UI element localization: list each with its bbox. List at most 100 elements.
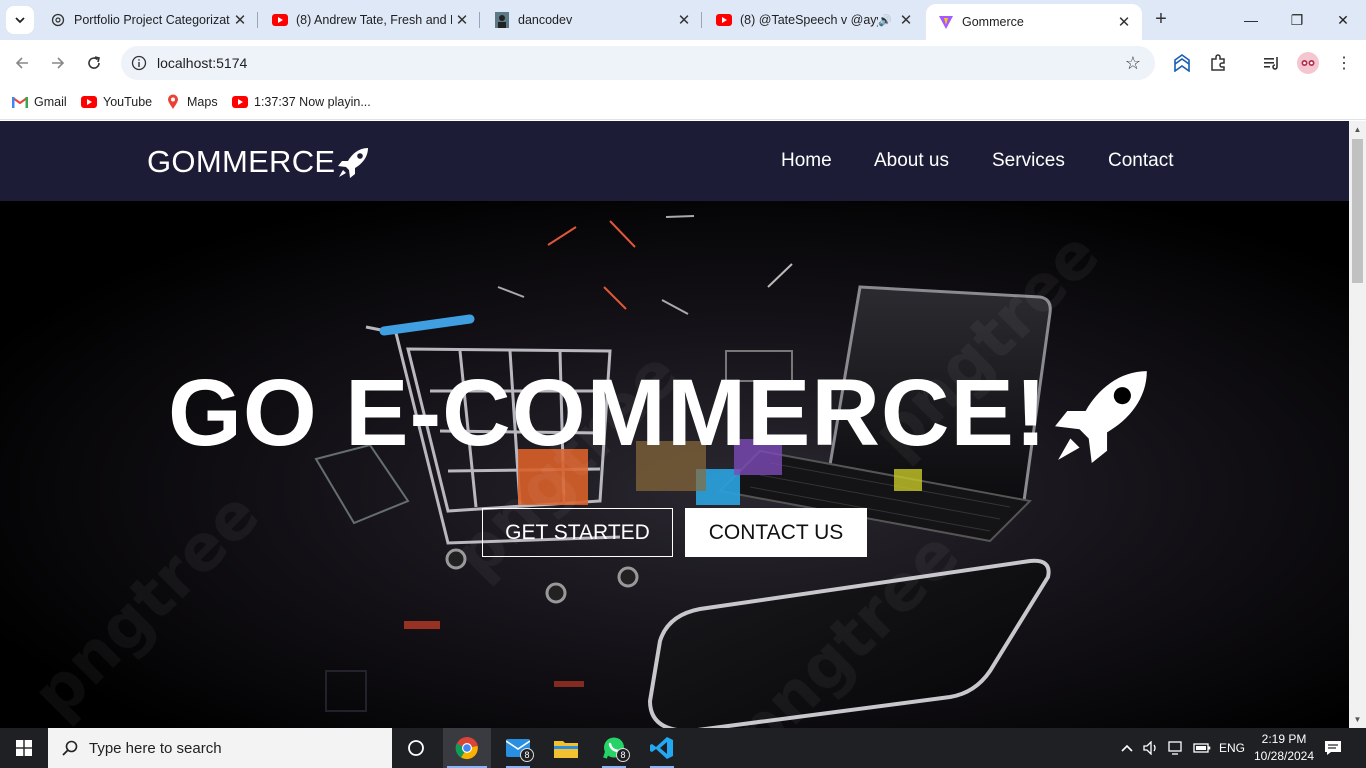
- tab-title: Gommerce: [962, 15, 1024, 29]
- task-view-button[interactable]: [392, 728, 440, 768]
- url-text[interactable]: localhost:5174: [157, 55, 247, 71]
- vite-icon: [938, 14, 954, 30]
- tab-dancodev[interactable]: dancodev ✕: [482, 0, 702, 40]
- tab-tatespeech[interactable]: (8) @TateSpeech v @ayy 🔊 ✕: [704, 0, 924, 40]
- close-icon[interactable]: ✕: [674, 10, 694, 30]
- taskbar-search-box[interactable]: Type here to search: [48, 728, 392, 768]
- taskbar-chrome[interactable]: [443, 728, 491, 768]
- hero-title: GO E-COMMERCE!: [168, 359, 1156, 468]
- bookmark-label: 1:37:37 Now playin...: [254, 95, 371, 109]
- clock-time: 2:19 PM: [1261, 732, 1307, 746]
- close-icon[interactable]: ✕: [452, 10, 472, 30]
- tab-gommerce[interactable]: Gommerce ✕: [926, 4, 1142, 40]
- scroll-down-arrow-icon[interactable]: ▼: [1349, 711, 1366, 728]
- page-viewport: GOMMERCE Home About us Services Contact: [0, 121, 1349, 728]
- extension-icon[interactable]: [1170, 51, 1194, 75]
- reload-icon: [88, 56, 100, 69]
- clock-date: 10/28/2024: [1253, 749, 1315, 763]
- youtube-icon: [716, 12, 732, 28]
- openai-icon: [50, 12, 66, 28]
- hero-title-text: GO E-COMMERCE!: [168, 360, 1048, 466]
- taskbar-file-explorer[interactable]: [542, 728, 590, 768]
- forward-button[interactable]: [45, 50, 71, 76]
- youtube-icon: [232, 94, 248, 110]
- gmail-icon: [12, 94, 28, 110]
- tab-title: (8) @TateSpeech v @ayy: [740, 13, 879, 27]
- volume-icon[interactable]: [1143, 728, 1159, 768]
- logo-text: GOMMERCE: [147, 144, 336, 179]
- hero-section: pngtree pngtree pngtree pngtree GO E-COM…: [0, 201, 1349, 728]
- bookmark-youtube[interactable]: YouTube: [81, 94, 152, 110]
- nav-about-us[interactable]: About us: [874, 150, 949, 172]
- bookmark-star-icon[interactable]: ☆: [1125, 53, 1141, 74]
- system-clock[interactable]: 2:19 PM 10/28/2024: [1248, 731, 1320, 765]
- start-button[interactable]: [0, 728, 48, 768]
- site-info-icon[interactable]: [131, 55, 147, 71]
- folder-icon: [554, 741, 578, 758]
- extensions-puzzle-icon[interactable]: [1206, 51, 1230, 75]
- bookmark-gmail[interactable]: Gmail: [12, 94, 67, 110]
- nav-services[interactable]: Services: [992, 150, 1065, 172]
- site-logo[interactable]: GOMMERCE: [147, 144, 371, 180]
- scroll-thumb[interactable]: [1352, 139, 1363, 283]
- rocket-icon: [1054, 370, 1147, 463]
- taskbar-vscode[interactable]: [638, 728, 686, 768]
- scroll-up-arrow-icon[interactable]: ▲: [1349, 121, 1366, 138]
- task-view-icon: [408, 740, 424, 756]
- bookmarks-bar: Gmail YouTube Maps 1:37:37 Now playin...: [0, 86, 1366, 120]
- bookmark-maps[interactable]: Maps: [165, 94, 218, 110]
- profile-avatar[interactable]: [1296, 51, 1320, 75]
- speaker-icon[interactable]: 🔊: [878, 14, 892, 27]
- bookmark-now-playing[interactable]: 1:37:37 Now playin...: [232, 94, 371, 110]
- reload-button[interactable]: [81, 50, 107, 76]
- contact-us-button[interactable]: CONTACT US: [685, 508, 867, 557]
- get-started-button[interactable]: GET STARTED: [482, 508, 673, 557]
- tab-title: (8) Andrew Tate, Fresh and F: [296, 13, 452, 27]
- taskbar-whatsapp[interactable]: 8: [590, 728, 638, 768]
- maps-icon: [165, 94, 181, 110]
- avatar-icon: [494, 12, 510, 28]
- arrow-right-icon: [52, 57, 65, 69]
- windows-logo-icon: [16, 740, 32, 756]
- youtube-icon: [81, 94, 97, 110]
- close-icon[interactable]: ✕: [896, 10, 916, 30]
- more-options-icon[interactable]: ⋮: [1332, 51, 1356, 75]
- site-header: GOMMERCE Home About us Services Contact: [0, 121, 1349, 201]
- notifications-icon[interactable]: [1324, 728, 1342, 768]
- show-hidden-icons[interactable]: [1120, 728, 1134, 768]
- tab-title: dancodev: [518, 13, 573, 27]
- bookmark-label: YouTube: [103, 95, 153, 109]
- close-icon[interactable]: ✕: [1114, 12, 1134, 32]
- language-indicator[interactable]: ENG: [1219, 728, 1245, 768]
- restore-button[interactable]: ❐: [1274, 0, 1320, 40]
- tab-portfolio[interactable]: Portfolio Project Categorizat ✕: [38, 0, 258, 40]
- battery-icon[interactable]: [1193, 728, 1211, 768]
- close-icon[interactable]: ✕: [230, 10, 250, 30]
- page-scrollbar[interactable]: ▲ ▼: [1349, 121, 1366, 728]
- chrome-icon: [455, 737, 478, 760]
- new-tab-button[interactable]: +: [1150, 8, 1172, 30]
- windows-taskbar: Type here to search 8 8 ENG 2:19 PM 10/2…: [0, 728, 1366, 768]
- network-icon[interactable]: [1168, 728, 1186, 768]
- taskbar-mail[interactable]: 8: [494, 728, 542, 768]
- close-window-button[interactable]: ✕: [1320, 0, 1366, 40]
- address-bar[interactable]: localhost:5174 ☆: [121, 46, 1155, 80]
- tab-andrew-tate[interactable]: (8) Andrew Tate, Fresh and F ✕: [260, 0, 480, 40]
- tab-title: Portfolio Project Categorizat: [74, 13, 230, 27]
- tab-separator: [701, 12, 702, 28]
- vscode-icon: [650, 737, 673, 759]
- tab-separator: [479, 12, 480, 28]
- mail-badge: 8: [520, 748, 534, 762]
- tab-search-button[interactable]: [6, 6, 34, 34]
- chevron-down-icon: [15, 17, 25, 24]
- nav-home[interactable]: Home: [781, 150, 832, 172]
- media-control-icon[interactable]: [1260, 51, 1284, 75]
- nav-contact[interactable]: Contact: [1108, 150, 1173, 172]
- back-button[interactable]: [9, 50, 35, 76]
- tab-separator: [257, 12, 258, 28]
- youtube-icon: [272, 12, 288, 28]
- minimize-button[interactable]: —: [1228, 0, 1274, 40]
- whatsapp-badge: 8: [616, 748, 630, 762]
- arrow-left-icon: [15, 57, 28, 69]
- svg-text:pngtree: pngtree: [19, 478, 274, 728]
